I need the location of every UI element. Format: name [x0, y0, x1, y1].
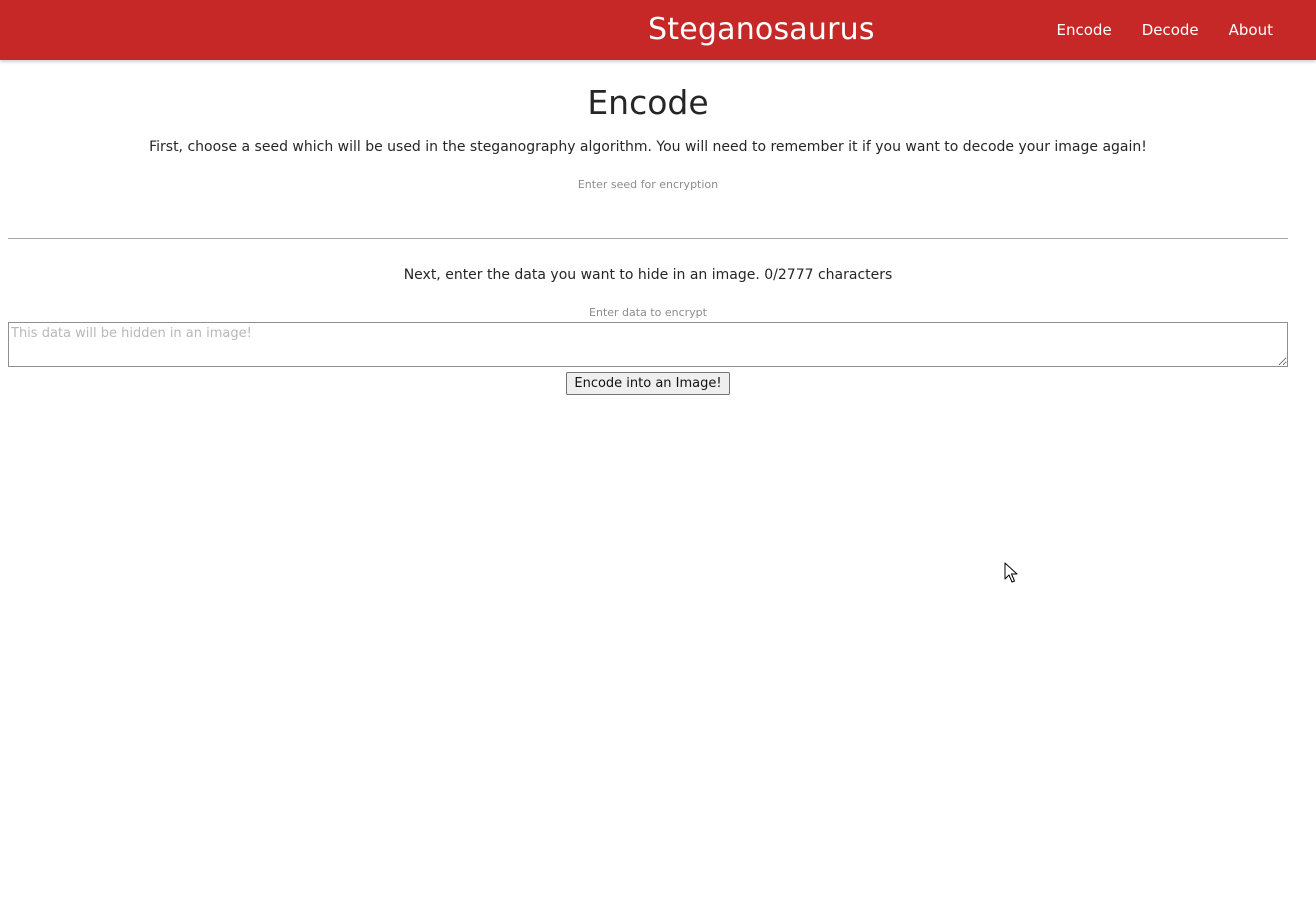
- encode-button[interactable]: Encode into an Image!: [566, 372, 730, 395]
- data-instruction: Next, enter the data you want to hide in…: [403, 267, 893, 283]
- arrow-pointer-icon: [1004, 562, 1018, 583]
- seed-input[interactable]: [8, 200, 1288, 230]
- seed-label: Enter seed for encryption: [577, 178, 719, 191]
- brand-title[interactable]: Steganosaurus: [648, 11, 875, 49]
- nav-link-about[interactable]: About: [1229, 21, 1273, 39]
- data-label: Enter data to encrypt: [589, 306, 707, 319]
- section-divider: [8, 238, 1288, 239]
- nav-link-encode[interactable]: Encode: [1057, 21, 1112, 39]
- seed-instruction: First, choose a seed which will be used …: [149, 139, 1147, 155]
- nav-links: Encode Decode About: [1057, 0, 1273, 60]
- data-textarea[interactable]: [8, 322, 1288, 367]
- page-title: Encode: [587, 83, 709, 122]
- nav-link-decode[interactable]: Decode: [1142, 21, 1199, 39]
- top-navbar: Steganosaurus Encode Decode About: [0, 0, 1316, 60]
